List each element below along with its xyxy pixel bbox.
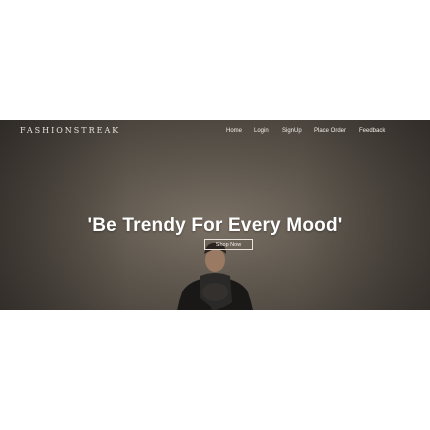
nav-signup[interactable]: SignUp bbox=[282, 128, 302, 134]
nav-login[interactable]: Login bbox=[254, 128, 269, 134]
nav-feedback[interactable]: Feedback bbox=[359, 128, 385, 134]
hero-headline: 'Be Trendy For Every Mood' bbox=[87, 215, 343, 236]
shop-now-button[interactable]: Shop Now bbox=[204, 239, 253, 250]
hero-banner: 'Be Trendy For Every Mood' Shop Now bbox=[0, 120, 430, 310]
brand-logo[interactable]: FASHIONSTREAK bbox=[20, 126, 120, 135]
nav-place-order[interactable]: Place Order bbox=[314, 128, 346, 134]
nav-home[interactable]: Home bbox=[226, 128, 242, 134]
